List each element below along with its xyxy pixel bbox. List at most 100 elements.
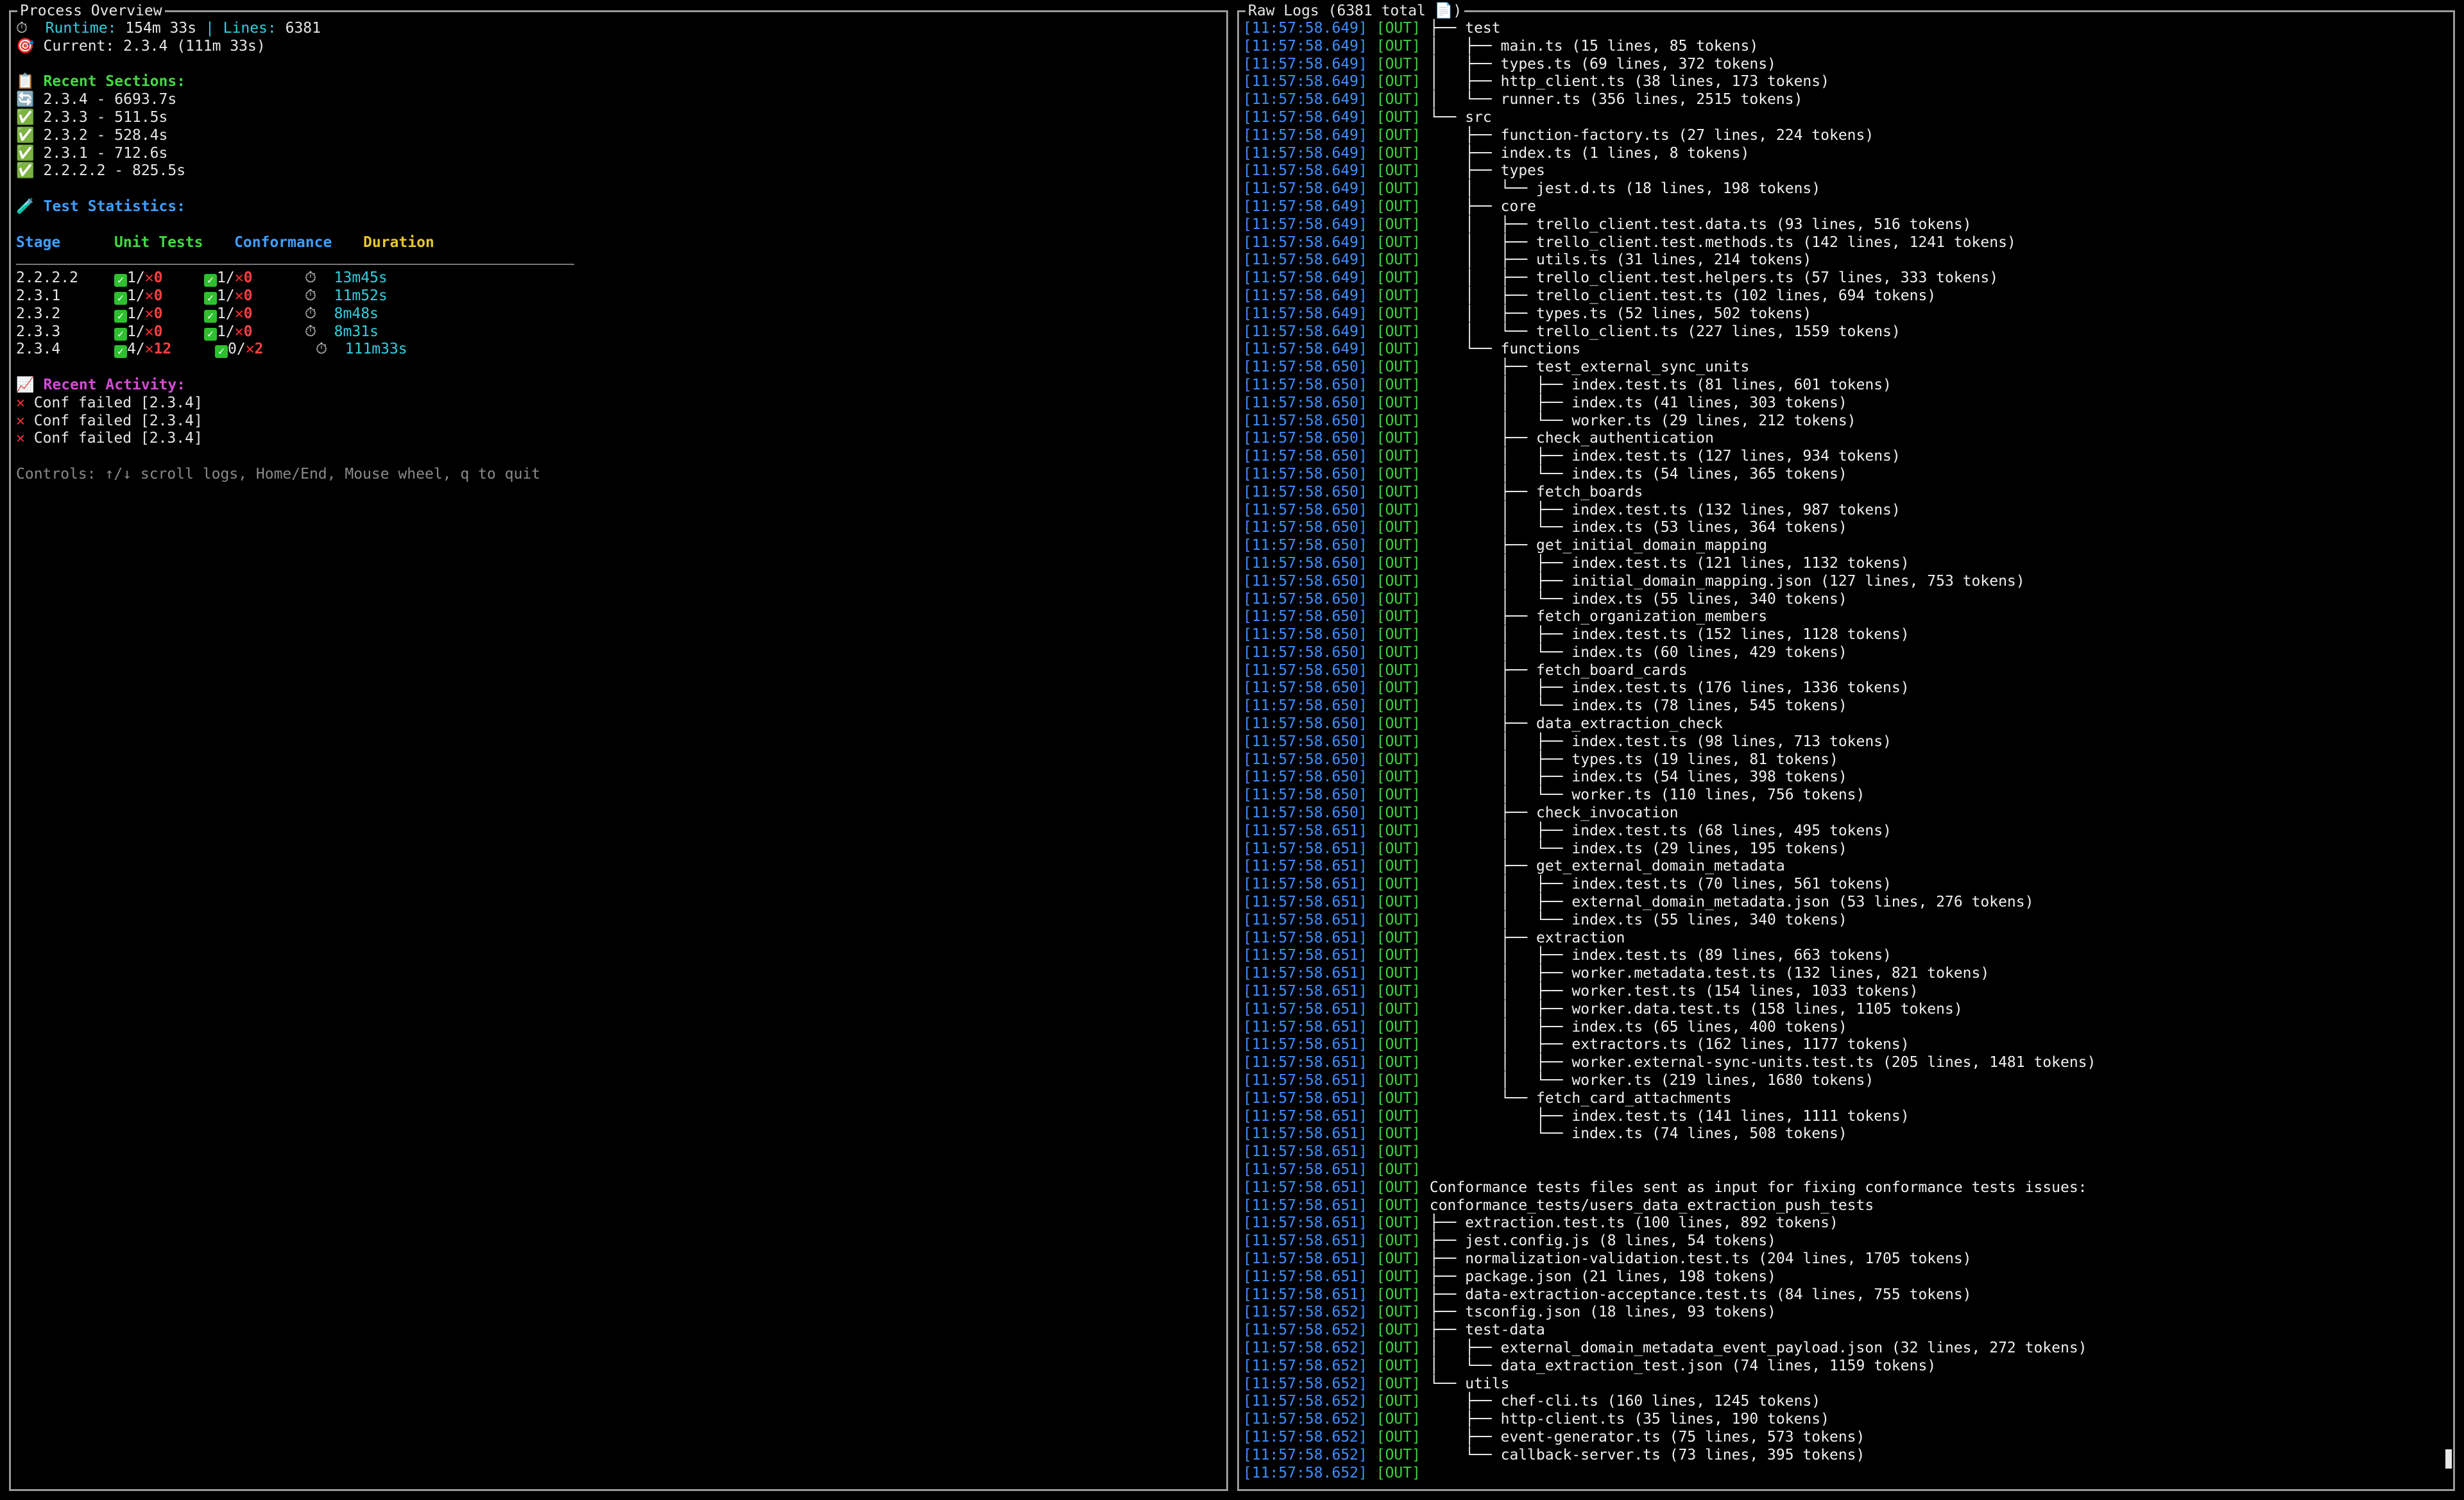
target-icon: 🎯 — [16, 37, 35, 55]
section-text: 2.3.1 - 712.6s — [43, 144, 168, 162]
log-line: [11:57:58.651] [OUT] └── index.ts (74 li… — [1243, 1125, 2436, 1143]
lines-label: Lines: — [223, 20, 277, 37]
log-message: ├── chef-cli.ts (160 lines, 1245 tokens) — [1429, 1393, 1821, 1410]
cross-icon: ✕ — [245, 341, 255, 358]
cross-icon: ✕ — [144, 323, 154, 340]
log-timestamp: [11:57:58.650] — [1243, 483, 1367, 500]
log-tag: [OUT] — [1376, 1089, 1421, 1107]
log-timestamp: [11:57:58.651] — [1243, 858, 1367, 875]
log-tag: [OUT] — [1376, 537, 1421, 554]
stats-header-row: Stage Unit Tests Conformance Duration — [16, 234, 1222, 252]
stats-stage: 2.3.4 — [16, 341, 61, 358]
log-tag: [OUT] — [1376, 73, 1421, 90]
log-timestamp: [11:57:58.651] — [1243, 1018, 1367, 1036]
log-message: │ ├── worker.metadata.test.ts (132 lines… — [1429, 965, 1990, 982]
stopwatch-icon: ⏱ — [316, 341, 327, 358]
log-timestamp: [11:57:58.650] — [1243, 376, 1367, 393]
log-tag: [OUT] — [1376, 965, 1421, 982]
duration-value: 8m31s — [334, 323, 379, 340]
log-line: [11:57:58.651] [OUT] └── fetch_card_atta… — [1243, 1090, 2436, 1108]
duration-value: 8m48s — [334, 305, 379, 322]
log-message: └── functions — [1429, 341, 1581, 358]
log-message: │ ├── types.ts (69 lines, 372 tokens) — [1429, 55, 1776, 72]
activity-text: Conf failed [2.3.4] — [33, 430, 203, 447]
log-message: │ ├── external_domain_metadata.json (53 … — [1429, 894, 2034, 911]
log-message: │ ├── initial_domain_mapping.json (127 l… — [1429, 572, 2025, 590]
stats-row: 2.3.2 ✓ 1/✕0 ✓ 1/✕0 ⏱ 8m48s — [16, 305, 1222, 323]
log-line: [11:57:58.652] [OUT] │ └── data_extracti… — [1243, 1358, 2436, 1376]
stats-duration: ⏱ 13m45s — [305, 269, 388, 287]
log-tag: [OUT] — [1376, 733, 1421, 750]
log-message: │ └── worker.ts (29 lines, 212 tokens) — [1429, 412, 1856, 429]
log-line: [11:57:58.649] [OUT] │ └── trello_client… — [1243, 323, 2436, 341]
raw-logs-panel[interactable]: Raw Logs (6381 total 📄) [11:57:58.649] [… — [1237, 2, 2455, 1491]
panel-title: Process Overview — [17, 2, 165, 20]
log-message: │ ├── trello_client.test.methods.ts (142… — [1429, 234, 2016, 251]
log-message: │ └── index.ts (78 lines, 545 tokens) — [1429, 697, 1847, 715]
log-message: │ ├── worker.external-sync-units.test.ts… — [1429, 1054, 2096, 1071]
log-line: [11:57:58.650] [OUT] ├── check_invocatio… — [1243, 805, 2436, 822]
log-message: │ ├── index.test.ts (132 lines, 987 toke… — [1429, 501, 1901, 518]
log-line: [11:57:58.649] [OUT] │ ├── utils.ts (31 … — [1243, 251, 2436, 269]
log-scrollbar[interactable] — [2445, 1449, 2452, 1469]
log-timestamp: [11:57:58.652] — [1243, 1322, 1367, 1339]
log-timestamp: [11:57:58.650] — [1243, 519, 1367, 536]
log-message: │ ├── main.ts (15 lines, 85 tokens) — [1429, 37, 1759, 55]
current-line: 🎯 Current: 2.3.4 (111m 33s) — [16, 38, 1222, 56]
log-message: │ ├── trello_client.test.data.ts (93 lin… — [1429, 216, 1972, 233]
stats-row: 2.3.3 ✓ 1/✕0 ✓ 1/✕0 ⏱ 8m31s — [16, 323, 1222, 341]
log-message: │ └── index.ts (55 lines, 340 tokens) — [1429, 911, 1847, 928]
log-timestamp: [11:57:58.651] — [1243, 1250, 1367, 1267]
section-item: ✅ 2.2.2.2 - 825.5s — [16, 162, 1222, 180]
log-message: ├── check_authentication — [1429, 430, 1714, 447]
log-line: [11:57:58.650] [OUT] │ ├── index.ts (54 … — [1243, 769, 2436, 787]
section-item: ✅ 2.3.1 - 712.6s — [16, 145, 1222, 163]
log-timestamp: [11:57:58.650] — [1243, 643, 1367, 661]
log-tag: [OUT] — [1376, 1304, 1421, 1321]
section-item: ✅ 2.3.2 - 528.4s — [16, 127, 1222, 145]
log-line: [11:57:58.650] [OUT] │ └── worker.ts (11… — [1243, 787, 2436, 805]
cross-icon: ✕ — [234, 305, 244, 322]
log-line: [11:57:58.650] [OUT] │ └── index.ts (55 … — [1243, 591, 2436, 609]
log-tag: [OUT] — [1376, 287, 1421, 304]
log-timestamp: [11:57:58.649] — [1243, 162, 1367, 180]
log-message: ├── normalization-validation.test.ts (20… — [1429, 1250, 1972, 1267]
log-message: │ ├── types.ts (19 lines, 81 tokens) — [1429, 751, 1838, 768]
log-message: ├── function-factory.ts (27 lines, 224 t… — [1429, 126, 1874, 144]
log-timestamp: [11:57:58.649] — [1243, 37, 1367, 55]
log-tag: [OUT] — [1376, 305, 1421, 322]
log-line: [11:57:58.649] [OUT] │ ├── types.ts (52 … — [1243, 305, 2436, 323]
runtime-value: 154m 33s — [125, 20, 197, 37]
log-line: [11:57:58.651] [OUT] ├── index.test.ts (… — [1243, 1108, 2436, 1126]
log-tag: [OUT] — [1376, 626, 1421, 643]
log-tag: [OUT] — [1376, 91, 1421, 108]
log-timestamp: [11:57:58.652] — [1243, 1357, 1367, 1374]
log-tag: [OUT] — [1376, 715, 1421, 733]
log-list[interactable]: [11:57:58.649] [OUT] ├── test [11:57:58.6… — [1243, 20, 2436, 1482]
log-line: [11:57:58.650] [OUT] │ └── index.ts (78 … — [1243, 697, 2436, 715]
log-message: │ ├── index.ts (54 lines, 398 tokens) — [1429, 769, 1847, 786]
cross-icon: ✕ — [16, 394, 25, 411]
conf-pass-count: 1 — [217, 269, 226, 287]
check-icon: ✓ — [204, 291, 217, 305]
log-message: │ ├── index.test.ts (81 lines, 601 token… — [1429, 376, 1892, 393]
log-message: │ ├── http_client.ts (38 lines, 173 toke… — [1429, 73, 1829, 90]
log-timestamp: [11:57:58.651] — [1243, 1232, 1367, 1250]
log-line: [11:57:58.649] [OUT] │ ├── trello_client… — [1243, 269, 2436, 287]
log-message: └── index.ts (74 lines, 508 tokens) — [1429, 1125, 1847, 1143]
log-line: [11:57:58.649] [OUT] ├── types — [1243, 162, 2436, 180]
recent-activity-list: ✕ Conf failed [2.3.4] ✕ Conf failed [2.3.… — [16, 395, 1222, 448]
log-message: │ ├── worker.data.test.ts (158 lines, 11… — [1429, 1000, 1963, 1018]
stats-stage: 2.3.3 — [16, 323, 61, 340]
unit-pass-count: 1 — [127, 305, 136, 322]
log-timestamp: [11:57:58.649] — [1243, 126, 1367, 144]
log-tag: [OUT] — [1376, 359, 1421, 376]
log-line: [11:57:58.652] [OUT] └── utils — [1243, 1376, 2436, 1393]
section-text: 2.3.3 - 511.5s — [43, 108, 168, 126]
log-timestamp: [11:57:58.652] — [1243, 1393, 1367, 1410]
check-icon: ✅ — [16, 144, 35, 162]
log-line: [11:57:58.650] [OUT] │ ├── index.test.ts… — [1243, 502, 2436, 520]
log-tag: [OUT] — [1376, 251, 1421, 269]
log-line: [11:57:58.651] [OUT] — [1243, 1143, 2436, 1161]
log-timestamp: [11:57:58.650] — [1243, 787, 1367, 804]
